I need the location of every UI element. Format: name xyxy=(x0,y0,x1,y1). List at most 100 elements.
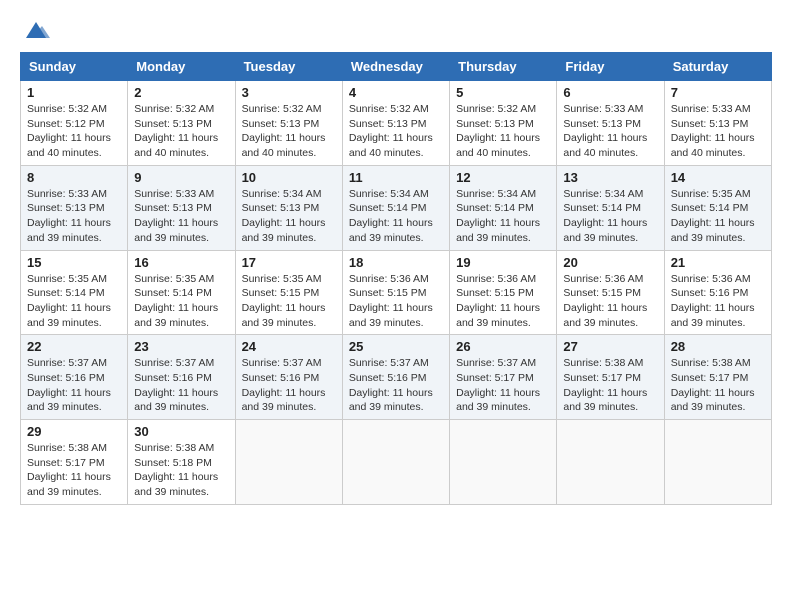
day-info: Sunrise: 5:37 AMSunset: 5:16 PMDaylight:… xyxy=(27,356,121,415)
day-info: Sunrise: 5:37 AMSunset: 5:16 PMDaylight:… xyxy=(242,356,336,415)
day-info: Sunrise: 5:34 AMSunset: 5:14 PMDaylight:… xyxy=(349,187,443,246)
calendar-week-row: 29Sunrise: 5:38 AMSunset: 5:17 PMDayligh… xyxy=(21,420,772,505)
logo-icon xyxy=(22,20,50,42)
day-info: Sunrise: 5:36 AMSunset: 5:15 PMDaylight:… xyxy=(456,272,550,331)
calendar-day-cell: 12Sunrise: 5:34 AMSunset: 5:14 PMDayligh… xyxy=(450,165,557,250)
day-number: 21 xyxy=(671,255,765,270)
calendar-day-cell: 22 Sunrise: 5:37 AMSunset: 5:16 PMDayligh… xyxy=(21,335,128,420)
calendar-day-header: Saturday xyxy=(664,53,771,81)
calendar-day-cell: 27Sunrise: 5:38 AMSunset: 5:17 PMDayligh… xyxy=(557,335,664,420)
page-header xyxy=(20,20,772,42)
day-number: 23 xyxy=(134,339,228,354)
calendar-day-cell xyxy=(664,420,771,505)
logo xyxy=(20,20,52,42)
calendar-day-cell: 11 Sunrise: 5:34 AMSunset: 5:14 PMDayligh… xyxy=(342,165,449,250)
day-number: 12 xyxy=(456,170,550,185)
calendar-header-row: SundayMondayTuesdayWednesdayThursdayFrid… xyxy=(21,53,772,81)
day-info: Sunrise: 5:38 AMSunset: 5:17 PMDaylight:… xyxy=(671,356,765,415)
day-number: 24 xyxy=(242,339,336,354)
calendar-day-cell xyxy=(342,420,449,505)
day-info: Sunrise: 5:38 AMSunset: 5:18 PMDaylight:… xyxy=(134,441,228,500)
calendar-day-cell xyxy=(557,420,664,505)
day-number: 30 xyxy=(134,424,228,439)
day-number: 22 xyxy=(27,339,121,354)
day-number: 13 xyxy=(563,170,657,185)
calendar-day-cell: 3 Sunrise: 5:32 AMSunset: 5:13 PMDaylight… xyxy=(235,81,342,166)
calendar-day-cell: 18Sunrise: 5:36 AMSunset: 5:15 PMDayligh… xyxy=(342,250,449,335)
calendar-day-header: Monday xyxy=(128,53,235,81)
day-number: 29 xyxy=(27,424,121,439)
day-number: 26 xyxy=(456,339,550,354)
calendar-day-cell: 30 Sunrise: 5:38 AMSunset: 5:18 PMDayligh… xyxy=(128,420,235,505)
calendar-day-header: Sunday xyxy=(21,53,128,81)
calendar-day-cell: 14Sunrise: 5:35 AMSunset: 5:14 PMDayligh… xyxy=(664,165,771,250)
day-info: Sunrise: 5:37 AMSunset: 5:16 PMDaylight:… xyxy=(134,356,228,415)
calendar-day-header: Tuesday xyxy=(235,53,342,81)
day-info: Sunrise: 5:32 AMSunset: 5:13 PMDaylight:… xyxy=(456,102,550,161)
day-info: Sunrise: 5:32 AMSunset: 5:12 PMDaylight:… xyxy=(27,102,121,161)
day-number: 8 xyxy=(27,170,121,185)
day-info: Sunrise: 5:35 AMSunset: 5:14 PMDaylight:… xyxy=(134,272,228,331)
day-number: 25 xyxy=(349,339,443,354)
day-number: 5 xyxy=(456,85,550,100)
day-number: 18 xyxy=(349,255,443,270)
day-info: Sunrise: 5:32 AMSunset: 5:13 PMDaylight:… xyxy=(134,102,228,161)
day-info: Sunrise: 5:37 AMSunset: 5:17 PMDaylight:… xyxy=(456,356,550,415)
calendar-day-cell: 2 Sunrise: 5:32 AMSunset: 5:13 PMDaylight… xyxy=(128,81,235,166)
calendar-day-cell: 28 Sunrise: 5:38 AMSunset: 5:17 PMDayligh… xyxy=(664,335,771,420)
day-number: 20 xyxy=(563,255,657,270)
calendar-day-cell xyxy=(235,420,342,505)
day-number: 7 xyxy=(671,85,765,100)
day-info: Sunrise: 5:33 AMSunset: 5:13 PMDaylight:… xyxy=(563,102,657,161)
day-number: 9 xyxy=(134,170,228,185)
calendar-day-cell: 26 Sunrise: 5:37 AMSunset: 5:17 PMDayligh… xyxy=(450,335,557,420)
day-info: Sunrise: 5:37 AMSunset: 5:16 PMDaylight:… xyxy=(349,356,443,415)
day-number: 16 xyxy=(134,255,228,270)
calendar-week-row: 15 Sunrise: 5:35 AMSunset: 5:14 PMDayligh… xyxy=(21,250,772,335)
calendar-day-cell: 15 Sunrise: 5:35 AMSunset: 5:14 PMDayligh… xyxy=(21,250,128,335)
day-number: 28 xyxy=(671,339,765,354)
day-number: 17 xyxy=(242,255,336,270)
calendar-day-cell: 6Sunrise: 5:33 AMSunset: 5:13 PMDaylight… xyxy=(557,81,664,166)
calendar-week-row: 22 Sunrise: 5:37 AMSunset: 5:16 PMDayligh… xyxy=(21,335,772,420)
day-number: 3 xyxy=(242,85,336,100)
calendar-table: SundayMondayTuesdayWednesdayThursdayFrid… xyxy=(20,52,772,505)
day-number: 27 xyxy=(563,339,657,354)
day-number: 15 xyxy=(27,255,121,270)
calendar-day-cell: 8 Sunrise: 5:33 AMSunset: 5:13 PMDaylight… xyxy=(21,165,128,250)
day-info: Sunrise: 5:34 AMSunset: 5:13 PMDaylight:… xyxy=(242,187,336,246)
calendar-day-cell: 7 Sunrise: 5:33 AMSunset: 5:13 PMDaylight… xyxy=(664,81,771,166)
calendar-day-cell: 29Sunrise: 5:38 AMSunset: 5:17 PMDayligh… xyxy=(21,420,128,505)
day-info: Sunrise: 5:33 AMSunset: 5:13 PMDaylight:… xyxy=(671,102,765,161)
calendar-week-row: 1 Sunrise: 5:32 AMSunset: 5:12 PMDaylight… xyxy=(21,81,772,166)
calendar-day-cell: 1 Sunrise: 5:32 AMSunset: 5:12 PMDaylight… xyxy=(21,81,128,166)
day-info: Sunrise: 5:35 AMSunset: 5:15 PMDaylight:… xyxy=(242,272,336,331)
day-number: 2 xyxy=(134,85,228,100)
day-info: Sunrise: 5:33 AMSunset: 5:13 PMDaylight:… xyxy=(27,187,121,246)
calendar-day-cell: 5 Sunrise: 5:32 AMSunset: 5:13 PMDaylight… xyxy=(450,81,557,166)
day-number: 19 xyxy=(456,255,550,270)
day-number: 11 xyxy=(349,170,443,185)
day-info: Sunrise: 5:34 AMSunset: 5:14 PMDaylight:… xyxy=(563,187,657,246)
calendar-week-row: 8 Sunrise: 5:33 AMSunset: 5:13 PMDaylight… xyxy=(21,165,772,250)
calendar-day-cell: 23 Sunrise: 5:37 AMSunset: 5:16 PMDayligh… xyxy=(128,335,235,420)
calendar-day-header: Friday xyxy=(557,53,664,81)
calendar-day-cell: 13 Sunrise: 5:34 AMSunset: 5:14 PMDayligh… xyxy=(557,165,664,250)
day-info: Sunrise: 5:36 AMSunset: 5:16 PMDaylight:… xyxy=(671,272,765,331)
calendar-day-cell: 24 Sunrise: 5:37 AMSunset: 5:16 PMDayligh… xyxy=(235,335,342,420)
calendar-day-cell: 20 Sunrise: 5:36 AMSunset: 5:15 PMDayligh… xyxy=(557,250,664,335)
day-info: Sunrise: 5:32 AMSunset: 5:13 PMDaylight:… xyxy=(349,102,443,161)
day-number: 4 xyxy=(349,85,443,100)
day-info: Sunrise: 5:32 AMSunset: 5:13 PMDaylight:… xyxy=(242,102,336,161)
day-info: Sunrise: 5:35 AMSunset: 5:14 PMDaylight:… xyxy=(27,272,121,331)
calendar-day-cell: 9 Sunrise: 5:33 AMSunset: 5:13 PMDaylight… xyxy=(128,165,235,250)
day-number: 1 xyxy=(27,85,121,100)
day-number: 10 xyxy=(242,170,336,185)
calendar-day-cell: 25 Sunrise: 5:37 AMSunset: 5:16 PMDayligh… xyxy=(342,335,449,420)
day-info: Sunrise: 5:36 AMSunset: 5:15 PMDaylight:… xyxy=(563,272,657,331)
calendar-day-cell: 4 Sunrise: 5:32 AMSunset: 5:13 PMDaylight… xyxy=(342,81,449,166)
calendar-day-cell: 16 Sunrise: 5:35 AMSunset: 5:14 PMDayligh… xyxy=(128,250,235,335)
day-info: Sunrise: 5:33 AMSunset: 5:13 PMDaylight:… xyxy=(134,187,228,246)
calendar-day-cell: 21 Sunrise: 5:36 AMSunset: 5:16 PMDayligh… xyxy=(664,250,771,335)
day-info: Sunrise: 5:35 AMSunset: 5:14 PMDaylight:… xyxy=(671,187,765,246)
